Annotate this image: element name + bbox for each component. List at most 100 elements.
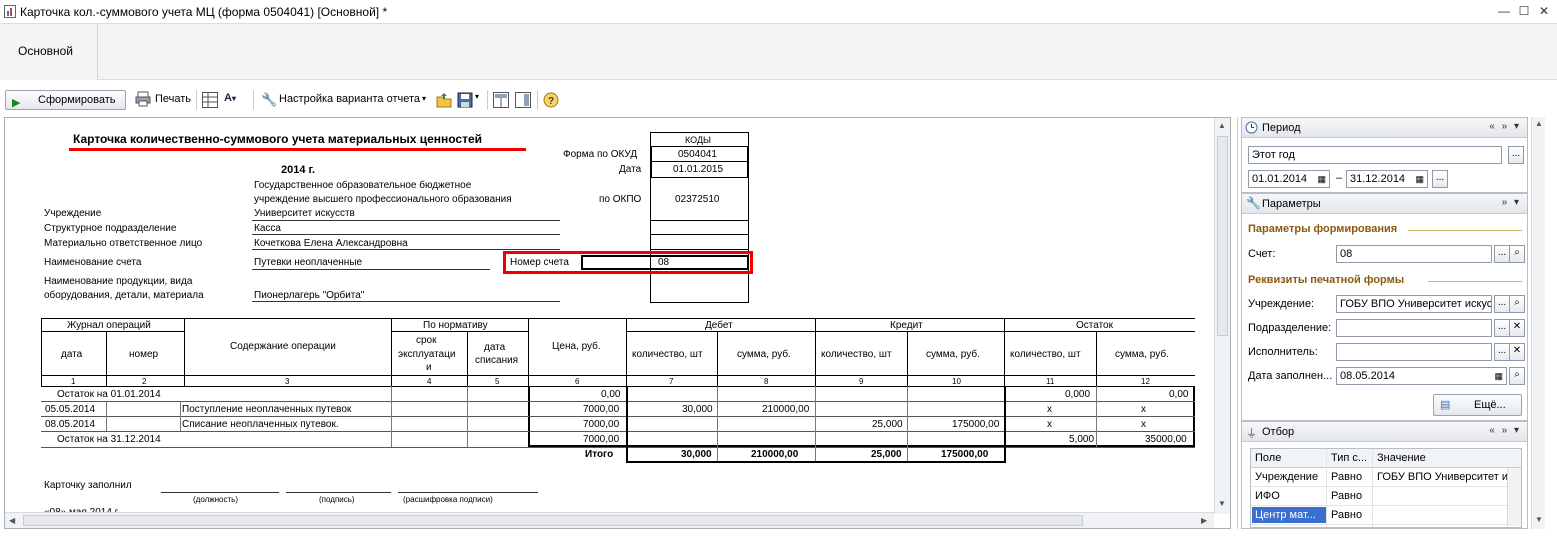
variant-settings-button[interactable]: 🔧 Настройка варианта отчета ▾: [261, 90, 431, 110]
division-clear-icon[interactable]: ✕: [1509, 319, 1525, 337]
opening-balance-qty: 0,000: [1065, 389, 1091, 400]
fill-date-search-icon[interactable]: ⌕: [1509, 367, 1525, 385]
institution-param-field[interactable]: ГОБУ ВПО Университет искусс: [1336, 295, 1492, 313]
report-sheet: Карточка количественно-суммового учета м…: [4, 117, 1231, 529]
fill-date-label: Дата заполнен...: [1248, 370, 1333, 382]
more-button[interactable]: ▤ Ещё...: [1433, 394, 1522, 416]
chevron-down-icon[interactable]: ▾: [475, 92, 479, 101]
window-scrollbar[interactable]: ▲ ▼: [1531, 117, 1545, 529]
col-number: номер: [129, 349, 159, 360]
filter-col-value: Значение: [1377, 452, 1426, 464]
col-content: Содержание операции: [230, 341, 336, 352]
layout-icon[interactable]: [493, 92, 509, 111]
period-panel-header[interactable]: Период « » ▾: [1242, 118, 1527, 138]
scroll-up-icon[interactable]: ▲: [1218, 121, 1226, 130]
division-param-field[interactable]: [1336, 319, 1492, 337]
calendar-icon[interactable]: ▦: [1415, 171, 1424, 187]
total-debit-qty: 30,000: [681, 449, 712, 460]
parameters-panel-title: Параметры: [1262, 198, 1321, 210]
date-range-button[interactable]: ...: [1432, 170, 1448, 188]
scroll-up-icon[interactable]: ▲: [1535, 119, 1543, 128]
institution-search-icon[interactable]: ⌕: [1509, 295, 1525, 313]
maximize-icon[interactable]: ☐: [1517, 4, 1531, 18]
filter-row[interactable]: Центр мат... Равно: [1251, 506, 1521, 525]
period-panel: Период « » ▾ Этот год ... 01.01.2014 ▦ – …: [1241, 117, 1528, 193]
okud-label: Форма по ОКУД: [563, 149, 638, 160]
funnel-icon: ⏚: [1246, 428, 1257, 440]
scroll-down-icon[interactable]: ▼: [1535, 515, 1543, 524]
vertical-scrollbar[interactable]: ▲ ▼: [1214, 118, 1230, 514]
institution-select-button[interactable]: ...: [1494, 295, 1510, 313]
row1-balance-qty: x: [1047, 404, 1052, 415]
account-search-icon[interactable]: ⌕: [1509, 245, 1525, 263]
horizontal-scrollbar[interactable]: ◀ ▶: [5, 512, 1214, 528]
parameters-panel-header[interactable]: 🔧 Параметры » ▾: [1242, 194, 1527, 214]
division-select-button[interactable]: ...: [1494, 319, 1510, 337]
filter-panel-header[interactable]: ⏚ Отбор « » ▾: [1242, 422, 1527, 442]
signature-caption: (подпись): [319, 495, 355, 504]
period-select-button[interactable]: ...: [1508, 146, 1524, 164]
save-icon[interactable]: [457, 92, 473, 111]
row2-balance-sum: x: [1141, 419, 1146, 430]
filter-scrollbar[interactable]: [1507, 468, 1521, 526]
filter-col-type: Тип с...: [1331, 452, 1368, 464]
row1-balance-sum: x: [1141, 404, 1146, 415]
col-number-3: 3: [285, 377, 290, 386]
fill-date-field[interactable]: 08.05.2014 ▦: [1336, 367, 1507, 385]
wrench-icon: 🔧: [261, 92, 278, 107]
filter-row-type: Равно: [1331, 490, 1363, 502]
panel-controls-icon[interactable]: » ▾: [1502, 197, 1521, 208]
more-button-label: Ещё...: [1474, 399, 1506, 411]
section-divider: [1428, 281, 1522, 282]
open-folder-icon[interactable]: [436, 92, 452, 111]
col-number-2: 2: [142, 377, 147, 386]
date-to-field[interactable]: 31.12.2014 ▦: [1346, 170, 1428, 188]
col-balance-qty: количество, шт: [1010, 349, 1081, 360]
period-preset-field[interactable]: Этот год: [1248, 146, 1502, 164]
tab-main[interactable]: Основной: [0, 24, 98, 80]
minimize-icon[interactable]: —: [1497, 4, 1511, 18]
calendar-icon[interactable]: ▦: [1317, 171, 1326, 187]
window-title: Карточка кол.-суммового учета МЦ (форма …: [20, 5, 388, 19]
executor-select-button[interactable]: ...: [1494, 343, 1510, 361]
date-from-field[interactable]: 01.01.2014 ▦: [1248, 170, 1330, 188]
executor-clear-icon[interactable]: ✕: [1509, 343, 1525, 361]
calendar-icon[interactable]: ▦: [1494, 368, 1503, 384]
help-icon[interactable]: ?: [543, 92, 559, 111]
filter-row[interactable]: Учреждение Равно ГОБУ ВПО Университет и: [1251, 468, 1521, 487]
period-panel-title: Период: [1262, 122, 1301, 134]
col-term-line3: и: [426, 362, 432, 373]
scroll-left-icon[interactable]: ◀: [9, 516, 15, 525]
wrench-icon: 🔧: [1246, 196, 1261, 210]
col-balance-sum: сумма, руб.: [1115, 349, 1169, 360]
col-credit: Кредит: [890, 320, 923, 331]
horizontal-scroll-thumb[interactable]: [23, 515, 1083, 526]
scroll-down-icon[interactable]: ▼: [1218, 499, 1226, 508]
account-field[interactable]: 08: [1336, 245, 1492, 263]
panel-toggle-icon[interactable]: [515, 92, 531, 111]
filter-row[interactable]: ИФО Равно: [1251, 487, 1521, 506]
print-button[interactable]: Печать: [135, 90, 193, 110]
generate-label: Сформировать: [38, 94, 116, 106]
date-label: Дата: [619, 164, 642, 175]
close-icon[interactable]: ✕: [1537, 4, 1551, 18]
vertical-scroll-thumb[interactable]: [1217, 136, 1228, 336]
generate-button[interactable]: ▶ Сформировать: [5, 90, 126, 110]
col-term-line1: срок: [416, 335, 437, 346]
filter-row-type: Равно: [1331, 509, 1363, 521]
institution-param-label: Учреждение:: [1248, 298, 1315, 310]
account-name-value: Путевки неоплаченные: [254, 257, 363, 268]
font-icon[interactable]: A▾: [224, 92, 236, 104]
account-number-value: 08: [658, 257, 670, 268]
panel-controls-icon[interactable]: « » ▾: [1489, 425, 1521, 436]
account-select-button[interactable]: ...: [1494, 245, 1510, 263]
executor-param-field[interactable]: [1336, 343, 1492, 361]
table-view-icon[interactable]: [202, 92, 218, 111]
col-debit-qty: количество, шт: [632, 349, 703, 360]
splitter[interactable]: [1237, 117, 1238, 529]
variant-settings-label: Настройка варианта отчета: [279, 93, 421, 105]
panel-controls-icon[interactable]: « » ▾: [1489, 121, 1521, 132]
filter-row-field: Учреждение: [1255, 471, 1319, 483]
scroll-right-icon[interactable]: ▶: [1201, 516, 1207, 525]
filter-row-field-selected[interactable]: Центр мат...: [1252, 507, 1326, 523]
